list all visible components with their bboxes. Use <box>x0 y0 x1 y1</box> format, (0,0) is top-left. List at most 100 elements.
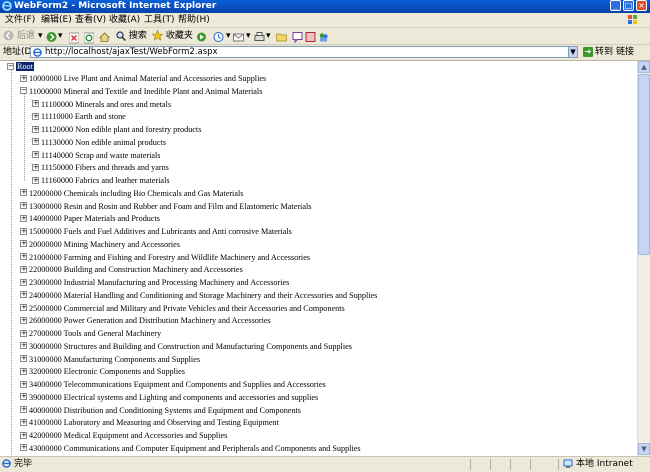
back-button[interactable]: 后退 <box>3 29 35 43</box>
tree-node-label[interactable]: 15000000 Fuels and Fuel Additives and Lu… <box>29 227 292 236</box>
tree-child-node[interactable]: +11120000 Non edible plant and forestry … <box>32 124 201 136</box>
tree-node-label[interactable]: 27000000 Tools and General Machinery <box>29 329 161 338</box>
mail-icon[interactable] <box>233 30 244 44</box>
tree-node[interactable]: +39000000 Electrical systems and Lightin… <box>20 392 318 404</box>
tree-node[interactable]: +23000000 Industrial Manufacturing and P… <box>20 277 289 289</box>
tree-node-label[interactable]: 10000000 Live Plant and Animal Material … <box>29 74 266 83</box>
tree-child-node[interactable]: +11130000 Non edible animal products <box>32 137 166 149</box>
history-dropdown-arrow[interactable]: ▾ <box>226 29 231 43</box>
expand-icon[interactable]: + <box>20 329 27 337</box>
expand-icon[interactable]: + <box>32 163 39 171</box>
links-button[interactable]: 链接 <box>616 45 634 60</box>
expand-icon[interactable]: + <box>20 214 27 222</box>
address-dropdown-arrow[interactable]: ▼ <box>568 46 578 58</box>
tree-node-label[interactable]: 11100000 Minerals and ores and metals <box>41 100 171 109</box>
tree-node[interactable]: +42000000 Medical Equipment and Accessor… <box>20 430 227 442</box>
tree-node[interactable]: +12000000 Chemicals including Bio Chemic… <box>20 188 243 200</box>
tree-node-label[interactable]: 30000000 Structures and Building and Con… <box>29 342 352 351</box>
tree-node-label[interactable]: 39000000 Electrical systems and Lighting… <box>29 393 318 402</box>
print-dropdown-arrow[interactable]: ▾ <box>266 29 271 43</box>
expand-icon[interactable]: + <box>20 418 27 426</box>
scroll-thumb[interactable] <box>638 74 650 255</box>
favorites-button[interactable]: 收藏夹 <box>151 29 193 43</box>
tree-node-label[interactable]: 13000000 Resin and Rosin and Rubber and … <box>29 202 311 211</box>
tree-node-label[interactable]: 20000000 Mining Machinery and Accessorie… <box>29 240 180 249</box>
address-field[interactable]: http://localhost/ajaxTest/WebForm2.aspx <box>30 46 578 58</box>
expand-icon[interactable]: + <box>20 355 27 363</box>
maximize-button[interactable]: □ <box>623 0 634 11</box>
menu-help[interactable]: 帮助(H) <box>178 13 210 27</box>
tree-node[interactable]: +31000000 Manufacturing Components and S… <box>20 354 200 366</box>
expand-icon[interactable]: + <box>20 393 27 401</box>
tree-node-label[interactable]: 43000000 Communications and Computer Equ… <box>29 444 361 453</box>
tree-node[interactable]: +43000000 Communications and Computer Eq… <box>20 443 361 455</box>
expand-icon[interactable]: + <box>20 380 27 388</box>
tree-node-label[interactable]: 11120000 Non edible plant and forestry p… <box>41 125 201 134</box>
tree-node-label[interactable]: 14000000 Paper Materials and Products <box>29 214 160 223</box>
expand-icon[interactable]: + <box>20 304 27 312</box>
tree-node[interactable]: +27000000 Tools and General Machinery <box>20 328 161 340</box>
expand-icon[interactable]: + <box>32 100 39 108</box>
go-button[interactable]: ➜ 转到 <box>583 45 613 60</box>
expand-icon[interactable]: + <box>20 444 27 452</box>
tree-node[interactable]: +25000000 Commercial and Military and Pr… <box>20 303 345 315</box>
tree-node-label[interactable]: 22000000 Building and Construction Machi… <box>29 265 243 274</box>
media-icon[interactable] <box>196 30 207 44</box>
tree-node[interactable]: +24000000 Material Handling and Conditio… <box>20 290 377 302</box>
close-button[interactable]: × <box>636 0 647 11</box>
tree-child-node[interactable]: +11100000 Minerals and ores and metals <box>32 99 171 111</box>
tree-node[interactable]: +20000000 Mining Machinery and Accessori… <box>20 239 180 251</box>
tree-node[interactable]: +30000000 Structures and Building and Co… <box>20 341 352 353</box>
expand-icon[interactable]: + <box>20 189 27 197</box>
tree-node-label[interactable]: 11150000 Fibers and threads and yarns <box>41 163 169 172</box>
tree-node-label[interactable]: 23000000 Industrial Manufacturing and Pr… <box>29 278 289 287</box>
expand-icon[interactable]: + <box>32 112 39 120</box>
expand-icon[interactable]: + <box>32 176 39 184</box>
tree-node[interactable]: +13000000 Resin and Rosin and Rubber and… <box>20 201 311 213</box>
expand-icon[interactable]: + <box>20 316 27 324</box>
expand-icon[interactable]: + <box>20 202 27 210</box>
menu-favorites[interactable]: 收藏(A) <box>109 13 140 27</box>
tree-node-label[interactable]: 11110000 Earth and stone <box>41 112 126 121</box>
tree-node[interactable]: +21000000 Farming and Fishing and Forest… <box>20 252 310 264</box>
search-button[interactable]: 搜索 <box>116 29 147 43</box>
tree-node-label[interactable]: 12000000 Chemicals including Bio Chemica… <box>29 189 243 198</box>
discuss-icon[interactable] <box>292 30 303 44</box>
forward-arrow-icon[interactable] <box>46 30 57 44</box>
expand-icon[interactable]: + <box>20 253 27 261</box>
tree-node-label[interactable]: 40000000 Distribution and Conditioning S… <box>29 406 301 415</box>
tree-node[interactable]: +15000000 Fuels and Fuel Additives and L… <box>20 226 292 238</box>
messenger-icon[interactable] <box>318 30 329 44</box>
expand-icon[interactable]: + <box>32 125 39 133</box>
mail-dropdown-arrow[interactable]: ▾ <box>246 29 251 43</box>
tree-node-label[interactable]: 25000000 Commercial and Military and Pri… <box>29 304 345 313</box>
tree-node[interactable]: +14000000 Paper Materials and Products <box>20 213 160 225</box>
tree-node[interactable]: +10000000 Live Plant and Animal Material… <box>20 73 266 85</box>
tree-node-label[interactable]: 26000000 Power Generation and Distributi… <box>29 316 271 325</box>
vertical-scrollbar[interactable]: ▲ ▼ <box>637 61 650 456</box>
tree-node-label[interactable]: 24000000 Material Handling and Condition… <box>29 291 377 300</box>
folder-icon[interactable] <box>276 30 287 44</box>
history-icon[interactable] <box>213 30 224 44</box>
minimize-button[interactable]: _ <box>610 0 621 11</box>
tree-node[interactable]: −11000000 Mineral and Textile and Inedib… <box>20 86 262 98</box>
menu-file[interactable]: 文件(F) <box>5 13 35 27</box>
back-dropdown-arrow[interactable]: ▾ <box>38 29 43 43</box>
stop-icon[interactable] <box>69 31 79 45</box>
tree-node-label[interactable]: 41000000 Laboratory and Measuring and Ob… <box>29 418 279 427</box>
expand-icon[interactable]: + <box>20 240 27 248</box>
menu-tools[interactable]: 工具(T) <box>144 13 175 27</box>
home-icon[interactable] <box>99 30 110 44</box>
tree-node[interactable]: +32000000 Electronic Components and Supp… <box>20 366 185 378</box>
scroll-up-button[interactable]: ▲ <box>638 61 650 73</box>
research-icon[interactable] <box>305 30 316 44</box>
tree-node-label[interactable]: 42000000 Medical Equipment and Accessori… <box>29 431 227 440</box>
refresh-icon[interactable] <box>84 31 94 45</box>
tree-child-node[interactable]: +11160000 Fabrics and leather materials <box>32 175 170 187</box>
tree-node[interactable]: +26000000 Power Generation and Distribut… <box>20 315 271 327</box>
expand-icon[interactable]: + <box>20 406 27 414</box>
expand-icon[interactable]: + <box>20 265 27 273</box>
scroll-down-button[interactable]: ▼ <box>638 443 650 455</box>
tree-child-node[interactable]: +11140000 Scrap and waste materials <box>32 150 160 162</box>
tree-node-label[interactable]: 11160000 Fabrics and leather materials <box>41 176 170 185</box>
